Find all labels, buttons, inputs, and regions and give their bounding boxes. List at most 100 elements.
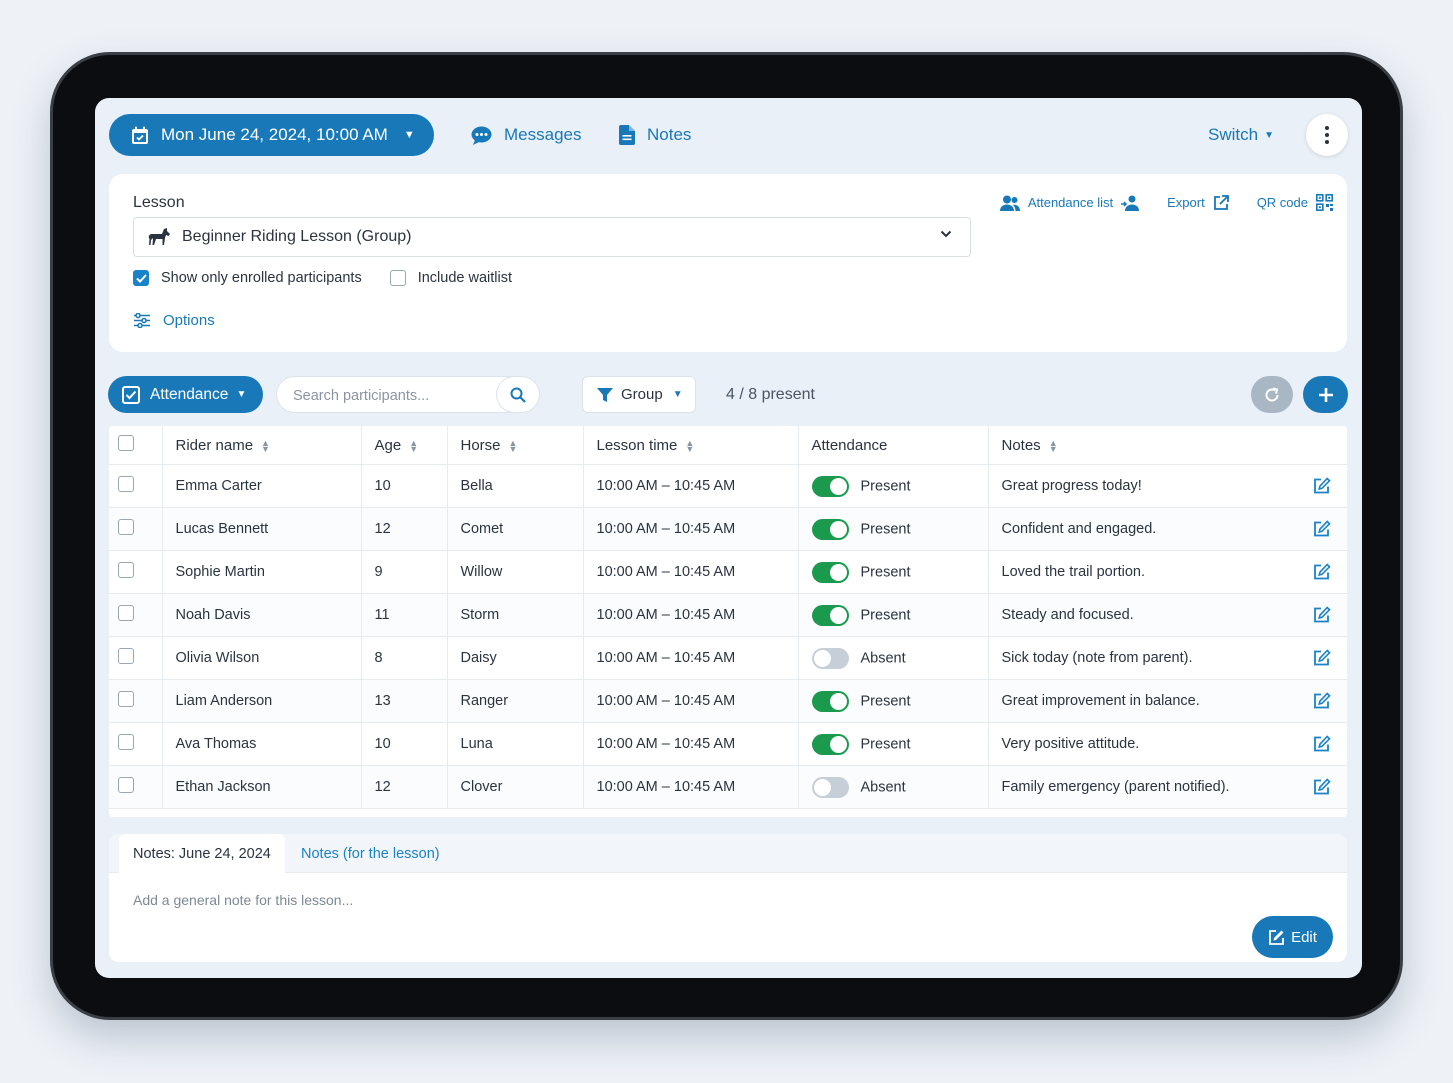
edit-icon[interactable]	[1313, 735, 1331, 753]
header-attendance-label: Attendance	[811, 436, 888, 454]
document-icon	[619, 125, 635, 145]
table-row[interactable]: Ethan Jackson 12 Clover 10:00 AM – 10:45 AM…	[109, 765, 1347, 809]
include-waitlist-checkbox[interactable]	[389, 270, 406, 286]
attendance-toggle[interactable]	[811, 733, 849, 755]
notes-cell: Very positive attitude.	[988, 722, 1347, 766]
more-menu-button[interactable]	[1306, 114, 1348, 156]
row-checkbox[interactable]	[118, 734, 134, 750]
search-input[interactable]	[291, 377, 495, 414]
attendance-toggle[interactable]	[811, 518, 849, 540]
attendance-toggle[interactable]	[811, 690, 849, 712]
notes-cell: Loved the trail portion.	[988, 550, 1347, 594]
present-count: 4 / 8 present	[726, 385, 815, 403]
caret-down-icon: ▼	[1264, 129, 1274, 141]
row-checkbox[interactable]	[118, 476, 134, 492]
checkmark-icon	[135, 273, 147, 283]
rider-name-cell: Ethan Jackson	[162, 765, 362, 809]
row-checkbox[interactable]	[118, 691, 134, 707]
notes-cell: Steady and focused.	[988, 593, 1347, 637]
attendance-toggle[interactable]	[811, 776, 849, 798]
horse-cell: Ranger	[447, 679, 584, 723]
qr-code-icon	[1316, 194, 1333, 211]
messages-link[interactable]: Messages	[471, 114, 581, 156]
edit-icon[interactable]	[1313, 649, 1331, 667]
age-cell: 9	[361, 550, 448, 594]
select-all-checkbox[interactable]	[118, 435, 134, 451]
notes-cell: Great progress today!	[988, 464, 1347, 508]
show-enrolled-label: Show only enrolled participants	[161, 270, 362, 286]
table-row[interactable]: Sophie Martin 9 Willow 10:00 AM – 10:45 AM P…	[109, 550, 1347, 594]
horse-cell: Luna	[447, 722, 584, 766]
age-cell: 12	[361, 765, 448, 809]
header-age[interactable]: Age ▲ ▼	[361, 426, 448, 465]
table-row[interactable]: Liam Anderson 13 Ranger 10:00 AM – 10:45 AM…	[109, 679, 1347, 723]
export-link[interactable]: Export	[1159, 194, 1229, 211]
table-row[interactable]: Emma Carter 10 Bella 10:00 AM – 10:45 AM Pre…	[109, 464, 1347, 508]
attendance-cell: Present	[798, 593, 989, 637]
row-checkbox[interactable]	[118, 605, 134, 621]
attendance-toggle[interactable]	[811, 561, 849, 583]
header-notes[interactable]: Notes ▲ ▼	[988, 426, 1347, 465]
edit-icon[interactable]	[1313, 778, 1331, 796]
lesson-notes-panel: Notes: June 24, 2024 Notes (for the less…	[109, 834, 1347, 962]
attendance-toggle[interactable]	[811, 604, 849, 626]
general-note-placeholder[interactable]: Add a general note for this lesson...	[133, 892, 353, 908]
lesson-time-cell: 10:00 AM – 10:45 AM	[583, 722, 799, 766]
search-button[interactable]	[496, 376, 540, 413]
table-row[interactable]: Noah Davis 11 Storm 10:00 AM – 10:45 AM Pres…	[109, 593, 1347, 637]
date-picker-button[interactable]: Mon June 24, 2024, 10:00 AM ▼	[109, 114, 434, 156]
group-filter-button[interactable]: Group ▼	[582, 376, 696, 413]
attendance-toggle[interactable]	[811, 647, 849, 669]
table-row[interactable]: Olivia Wilson 8 Daisy 10:00 AM – 10:45 AM Ab…	[109, 636, 1347, 680]
attendance-status: Absent	[860, 778, 906, 795]
header-rider-name[interactable]: Rider name ▲ ▼	[162, 426, 362, 465]
edit-note-button[interactable]: Edit	[1252, 916, 1333, 958]
attendance-dropdown-button[interactable]: Attendance ▼	[108, 376, 263, 413]
table-header-row: Rider name ▲ ▼ Age ▲ ▼ Horse ▲ ▼ Lesson time ▲ ▼…	[109, 426, 1347, 465]
attendance-list-link[interactable]: Attendance list	[999, 195, 1140, 211]
row-select-cell	[109, 636, 163, 680]
attendance-cell: Present	[798, 507, 989, 551]
sort-icon: ▲ ▼	[1048, 437, 1058, 454]
edit-icon[interactable]	[1313, 692, 1331, 710]
age-cell: 12	[361, 507, 448, 551]
row-checkbox[interactable]	[118, 777, 134, 793]
switch-dropdown[interactable]: Switch ▼	[1208, 114, 1274, 156]
row-checkbox[interactable]	[118, 519, 134, 535]
tab-notes-date[interactable]: Notes: June 24, 2024	[119, 834, 285, 873]
attendance-status: Present	[860, 520, 911, 537]
refresh-button[interactable]	[1251, 376, 1293, 413]
header-horse-label: Horse	[460, 436, 501, 454]
rider-name-cell: Sophie Martin	[162, 550, 362, 594]
row-select-cell	[109, 464, 163, 508]
header-horse[interactable]: Horse ▲ ▼	[447, 426, 584, 465]
options-link[interactable]: Options	[133, 312, 215, 329]
edit-label: Edit	[1291, 928, 1317, 946]
participants-table: Rider name ▲ ▼ Age ▲ ▼ Horse ▲ ▼ Lesson time ▲ ▼…	[109, 426, 1347, 817]
header-attendance: Attendance	[798, 426, 989, 465]
show-enrolled-checkbox[interactable]	[133, 270, 149, 286]
tab-notes-lesson[interactable]: Notes (for the lesson)	[301, 834, 440, 873]
notes-link[interactable]: Notes	[619, 114, 691, 156]
row-checkbox[interactable]	[118, 562, 134, 578]
attendance-toggle[interactable]	[811, 475, 849, 497]
edit-icon[interactable]	[1313, 477, 1331, 495]
lesson-select[interactable]: Beginner Riding Lesson (Group)	[133, 217, 971, 257]
export-label: Export	[1167, 195, 1205, 210]
header-lesson-time[interactable]: Lesson time ▲ ▼	[583, 426, 799, 465]
note-text: Very positive attitude.	[1001, 736, 1140, 752]
add-participant-button[interactable]	[1303, 376, 1348, 413]
user-switch-icon	[1121, 195, 1140, 211]
table-row[interactable]: Ava Thomas 10 Luna 10:00 AM – 10:45 AM Prese…	[109, 722, 1347, 766]
edit-icon[interactable]	[1313, 520, 1331, 538]
attendance-cell: Absent	[798, 765, 989, 809]
qr-code-label: QR code	[1256, 195, 1308, 210]
row-checkbox[interactable]	[118, 648, 134, 664]
row-select-cell	[109, 507, 163, 551]
qr-code-link[interactable]: QR code	[1249, 194, 1333, 211]
table-row[interactable]: Lucas Bennett 12 Comet 10:00 AM – 10:45 AM P…	[109, 507, 1347, 551]
edit-icon[interactable]	[1313, 606, 1331, 624]
include-waitlist-label: Include waitlist	[417, 270, 512, 286]
switch-label: Switch	[1208, 125, 1259, 144]
edit-icon[interactable]	[1313, 563, 1331, 581]
